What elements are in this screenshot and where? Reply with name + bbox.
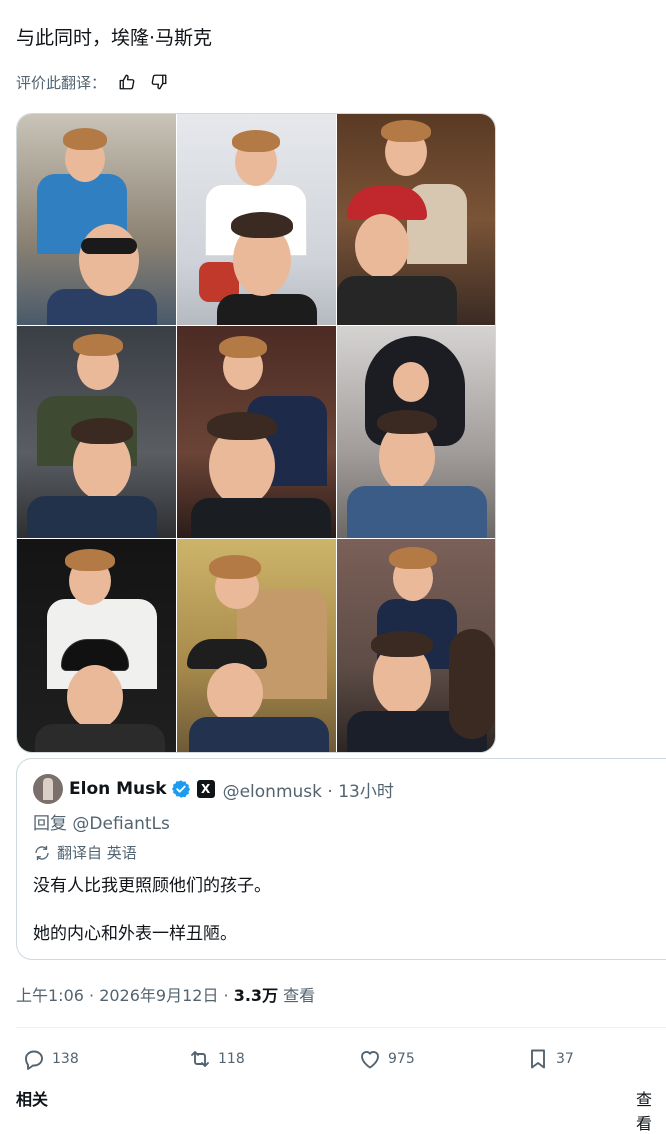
photo-tile[interactable] (337, 326, 495, 538)
post-text: 与此同时，埃隆·马斯克 (16, 27, 213, 49)
rate-translation-label: 评价此翻译： (16, 73, 107, 92)
photo-tile[interactable] (17, 539, 176, 752)
photo-tile[interactable] (17, 326, 176, 538)
x-affiliation-icon: X (196, 780, 215, 798)
reply-mention-link[interactable]: @DefiantLs (72, 814, 169, 834)
translate-icon (35, 845, 49, 860)
bookmark-count: 37 (556, 1051, 574, 1067)
reply-prefix: 回复 (33, 814, 67, 834)
photo-tile[interactable] (17, 114, 176, 325)
views-label: 查看 (278, 986, 316, 1005)
repost-icon (191, 1051, 209, 1067)
quoted-tweet-header: Elon Musk X @elonmusk · 13小时 (33, 773, 394, 805)
bookmark-button[interactable]: 37 (526, 1042, 574, 1076)
view-count: 3.3万 (233, 986, 279, 1005)
like-button[interactable]: 975 (358, 1042, 415, 1076)
divider (16, 1027, 666, 1028)
thumbs-up-icon[interactable] (116, 71, 138, 93)
rate-translation-row: 评价此翻译： (16, 70, 170, 94)
reply-button[interactable]: 138 (22, 1042, 79, 1076)
photo-tile[interactable] (177, 114, 336, 325)
reply-context: 回复 @DefiantLs (33, 809, 170, 834)
related-heading: 相关 (16, 1090, 49, 1109)
photo-tile[interactable] (337, 114, 495, 325)
heart-icon (361, 1051, 379, 1069)
reply-icon (25, 1050, 43, 1070)
post-meta: 上午1:06 · 2026年9月12日 · 3.3万 查看 (16, 982, 315, 1006)
timestamp-link[interactable]: 上午1:06 · 2026年9月12日 · (16, 986, 234, 1005)
photo-tile[interactable] (337, 539, 495, 752)
handle-and-time[interactable]: @elonmusk · 13小时 (223, 777, 394, 802)
action-bar: 138 118 975 37 (16, 1042, 656, 1076)
translated-from-label: 翻译自 英语 (57, 844, 137, 862)
avatar[interactable] (33, 774, 63, 804)
post-image-grid[interactable] (16, 113, 496, 753)
photo-tile[interactable] (177, 539, 336, 752)
translation-note: 翻译自 英语 (33, 842, 137, 863)
view-link[interactable]: 查看 (636, 1086, 666, 1134)
quoted-tweet[interactable]: Elon Musk X @elonmusk · 13小时 回复 @Defiant… (16, 758, 666, 960)
reply-count: 138 (52, 1051, 79, 1067)
like-count: 975 (388, 1051, 415, 1067)
quoted-text-line-2: 她的内心和外表一样丑陋。 (33, 924, 237, 944)
repost-count: 118 (218, 1051, 245, 1067)
author-name[interactable]: Elon Musk (69, 779, 167, 799)
bookmark-icon (531, 1049, 545, 1069)
thumbs-down-icon[interactable] (148, 71, 170, 93)
quoted-text-line-1: 没有人比我更照顾他们的孩子。 (33, 876, 271, 896)
verified-badge-icon (171, 780, 190, 798)
photo-tile[interactable] (177, 326, 336, 538)
repost-button[interactable]: 118 (188, 1042, 245, 1076)
